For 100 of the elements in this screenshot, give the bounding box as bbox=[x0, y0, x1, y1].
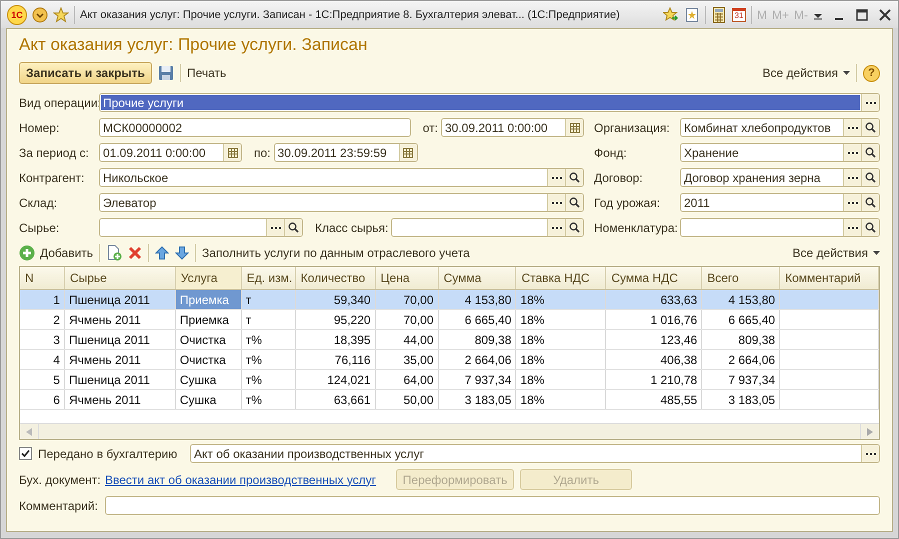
calendar-icon[interactable]: 31 bbox=[732, 8, 746, 22]
column-header[interactable]: N bbox=[20, 267, 65, 289]
column-header[interactable]: Сумма bbox=[438, 267, 516, 289]
table-cell: 4 153,80 bbox=[464, 292, 512, 306]
field-label: по: bbox=[253, 146, 272, 160]
column-header[interactable]: Сумма НДС bbox=[606, 267, 702, 289]
input-field[interactable]: Прочие услуги bbox=[99, 93, 880, 112]
help-button[interactable]: ? bbox=[863, 64, 880, 82]
field-value: 2011 bbox=[684, 196, 710, 210]
table-cell: 1 210,78 bbox=[650, 372, 698, 386]
table-cell: 4 bbox=[53, 352, 60, 366]
table-cell: 70,00 bbox=[403, 312, 434, 326]
input-field[interactable]: Комбинат хлебопродуктов bbox=[680, 118, 880, 137]
column-header[interactable]: Количество bbox=[296, 267, 376, 289]
fill-services-button[interactable]: Заполнить услуги по данным отраслевого учета bbox=[202, 246, 470, 260]
field-label: Бух. документ: bbox=[19, 472, 99, 486]
table-cell: 5 bbox=[53, 372, 60, 386]
field-value: МСК00000002 bbox=[103, 120, 182, 134]
input-field[interactable]: 2011 bbox=[680, 193, 880, 212]
table-cell: Пшеница 2011 bbox=[68, 332, 150, 346]
table-cell: 809,38 bbox=[474, 332, 512, 346]
table-row[interactable]: 4 Ячмень 2011 Очистка т% 76,116 35,00 2 664,06 18% 406,38 2 664,06 bbox=[20, 350, 879, 370]
input-field[interactable]: Никольское bbox=[99, 168, 584, 187]
table-cell: 18% bbox=[520, 312, 544, 326]
table-cell: 59,340 bbox=[334, 292, 371, 306]
input-field[interactable]: Акт об оказании производственных услуг bbox=[190, 444, 880, 463]
field-label: от: bbox=[422, 120, 439, 134]
input-field[interactable]: 30.09.2011 0:00:00 bbox=[441, 118, 584, 137]
table-cell: 123,46 bbox=[660, 332, 698, 346]
form-title: Акт оказания услуг: Прочие услуги. Записан bbox=[19, 35, 368, 55]
field-value: 30.09.2011 0:00:00 bbox=[445, 120, 548, 134]
table-cell: 406,38 bbox=[660, 352, 698, 366]
table-cell: Сушка bbox=[180, 372, 216, 386]
field-value: 01.09.2011 0:00:00 bbox=[103, 146, 206, 160]
table-cell: 63,661 bbox=[334, 392, 371, 406]
field-label: Вид операции: bbox=[19, 96, 99, 110]
table-cell: 124,021 bbox=[327, 372, 371, 386]
table-cell: 18% bbox=[520, 332, 544, 346]
table-cell: 1 016,76 bbox=[650, 312, 698, 326]
table-row[interactable]: 6 Ячмень 2011 Сушка т% 63,661 50,00 3 183,05 18% 485,55 3 183,05 bbox=[20, 390, 879, 410]
input-field[interactable]: Элеватор bbox=[99, 193, 584, 212]
column-header[interactable]: Всего bbox=[702, 267, 780, 289]
field-value: Договор хранения зерна bbox=[684, 170, 820, 184]
table-cell: 18% bbox=[520, 372, 544, 386]
column-header[interactable]: Цена bbox=[376, 267, 439, 289]
input-field[interactable]: МСК00000002 bbox=[99, 118, 411, 137]
table-row[interactable]: 1 Пшеница 2011 Приемка т 59,340 70,00 4 153,80 18% 633,63 4 153,80 bbox=[20, 290, 879, 310]
table-cell: 3 183,05 bbox=[464, 392, 512, 406]
table-cell: 18,395 bbox=[334, 332, 371, 346]
table-cell: 64,00 bbox=[403, 372, 434, 386]
table-cell: т% bbox=[246, 352, 262, 366]
table-row[interactable]: 5 Пшеница 2011 Сушка т% 124,021 64,00 7 937,34 18% 1 210,78 7 937,34 bbox=[20, 370, 879, 390]
table-cell: 809,38 bbox=[738, 332, 776, 346]
table-cell: 3 bbox=[53, 332, 60, 346]
column-header[interactable]: Ставка НДС bbox=[516, 267, 606, 289]
print-button[interactable]: Печать bbox=[186, 66, 226, 80]
input-field[interactable]: 01.09.2011 0:00:00 bbox=[99, 143, 242, 162]
table-cell: Сушка bbox=[180, 392, 216, 406]
table-cell: т bbox=[246, 292, 252, 306]
table-cell: т% bbox=[246, 372, 262, 386]
all-actions-button[interactable]: Все действия bbox=[762, 66, 850, 80]
table-cell: 6 665,40 bbox=[464, 312, 512, 326]
app-logo[interactable]: 1С bbox=[7, 4, 27, 24]
save-close-button[interactable]: Записать и закрыть bbox=[19, 62, 152, 84]
field-label: Фонд: bbox=[594, 146, 628, 160]
field-label: Контрагент: bbox=[19, 170, 86, 184]
input-field[interactable]: Договор хранения зерна bbox=[680, 168, 880, 187]
table-cell: Приемка bbox=[180, 312, 229, 326]
table-cell: 44,00 bbox=[403, 332, 434, 346]
table-cell: Ячмень 2011 bbox=[68, 352, 141, 366]
table-cell: Ячмень 2011 bbox=[68, 392, 141, 406]
table-cell: 18% bbox=[520, 292, 544, 306]
column-header[interactable]: Комментарий bbox=[780, 267, 880, 289]
field-label: Комментарий: bbox=[19, 498, 99, 512]
field-value: Хранение bbox=[684, 146, 739, 160]
column-header[interactable]: Услуга bbox=[176, 267, 242, 289]
add-button[interactable]: Добавить bbox=[19, 245, 94, 261]
table-cell: 35,00 bbox=[403, 352, 434, 366]
table-cell: 6 bbox=[53, 392, 60, 406]
create-document-link[interactable]: Ввести акт об оказании производственных услуг bbox=[105, 472, 376, 486]
table-row[interactable]: 3 Пшеница 2011 Очистка т% 18,395 44,00 809,38 18% 123,46 809,38 bbox=[20, 330, 879, 350]
table-cell: 6 665,40 bbox=[728, 312, 776, 326]
field-label: Сырье: bbox=[19, 220, 60, 234]
field-value: Никольское bbox=[103, 170, 168, 184]
table-cell: 633,63 bbox=[660, 292, 698, 306]
input-field[interactable]: 30.09.2011 23:59:59 bbox=[274, 143, 418, 162]
checkbox-label: Передано в бухгалтерию bbox=[38, 446, 178, 460]
all-actions-button[interactable]: Все действия bbox=[792, 246, 880, 260]
input-field[interactable]: Хранение bbox=[680, 143, 880, 162]
field-label: Организация: bbox=[594, 120, 671, 134]
table-cell: 18% bbox=[520, 392, 544, 406]
table-cell: Пшеница 2011 bbox=[68, 372, 150, 386]
field-value: 30.09.2011 23:59:59 bbox=[278, 146, 387, 160]
table-cell: т% bbox=[246, 332, 262, 346]
table-cell: 2 664,06 bbox=[464, 352, 512, 366]
table-cell: т bbox=[246, 312, 252, 326]
table-cell: 3 183,05 bbox=[728, 392, 776, 406]
column-header[interactable]: Ед. изм. bbox=[242, 267, 296, 289]
table-cell: 4 153,80 bbox=[728, 292, 776, 306]
table-row[interactable]: 2 Ячмень 2011 Приемка т 95,220 70,00 6 665,40 18% 1 016,76 6 665,40 bbox=[20, 310, 879, 330]
